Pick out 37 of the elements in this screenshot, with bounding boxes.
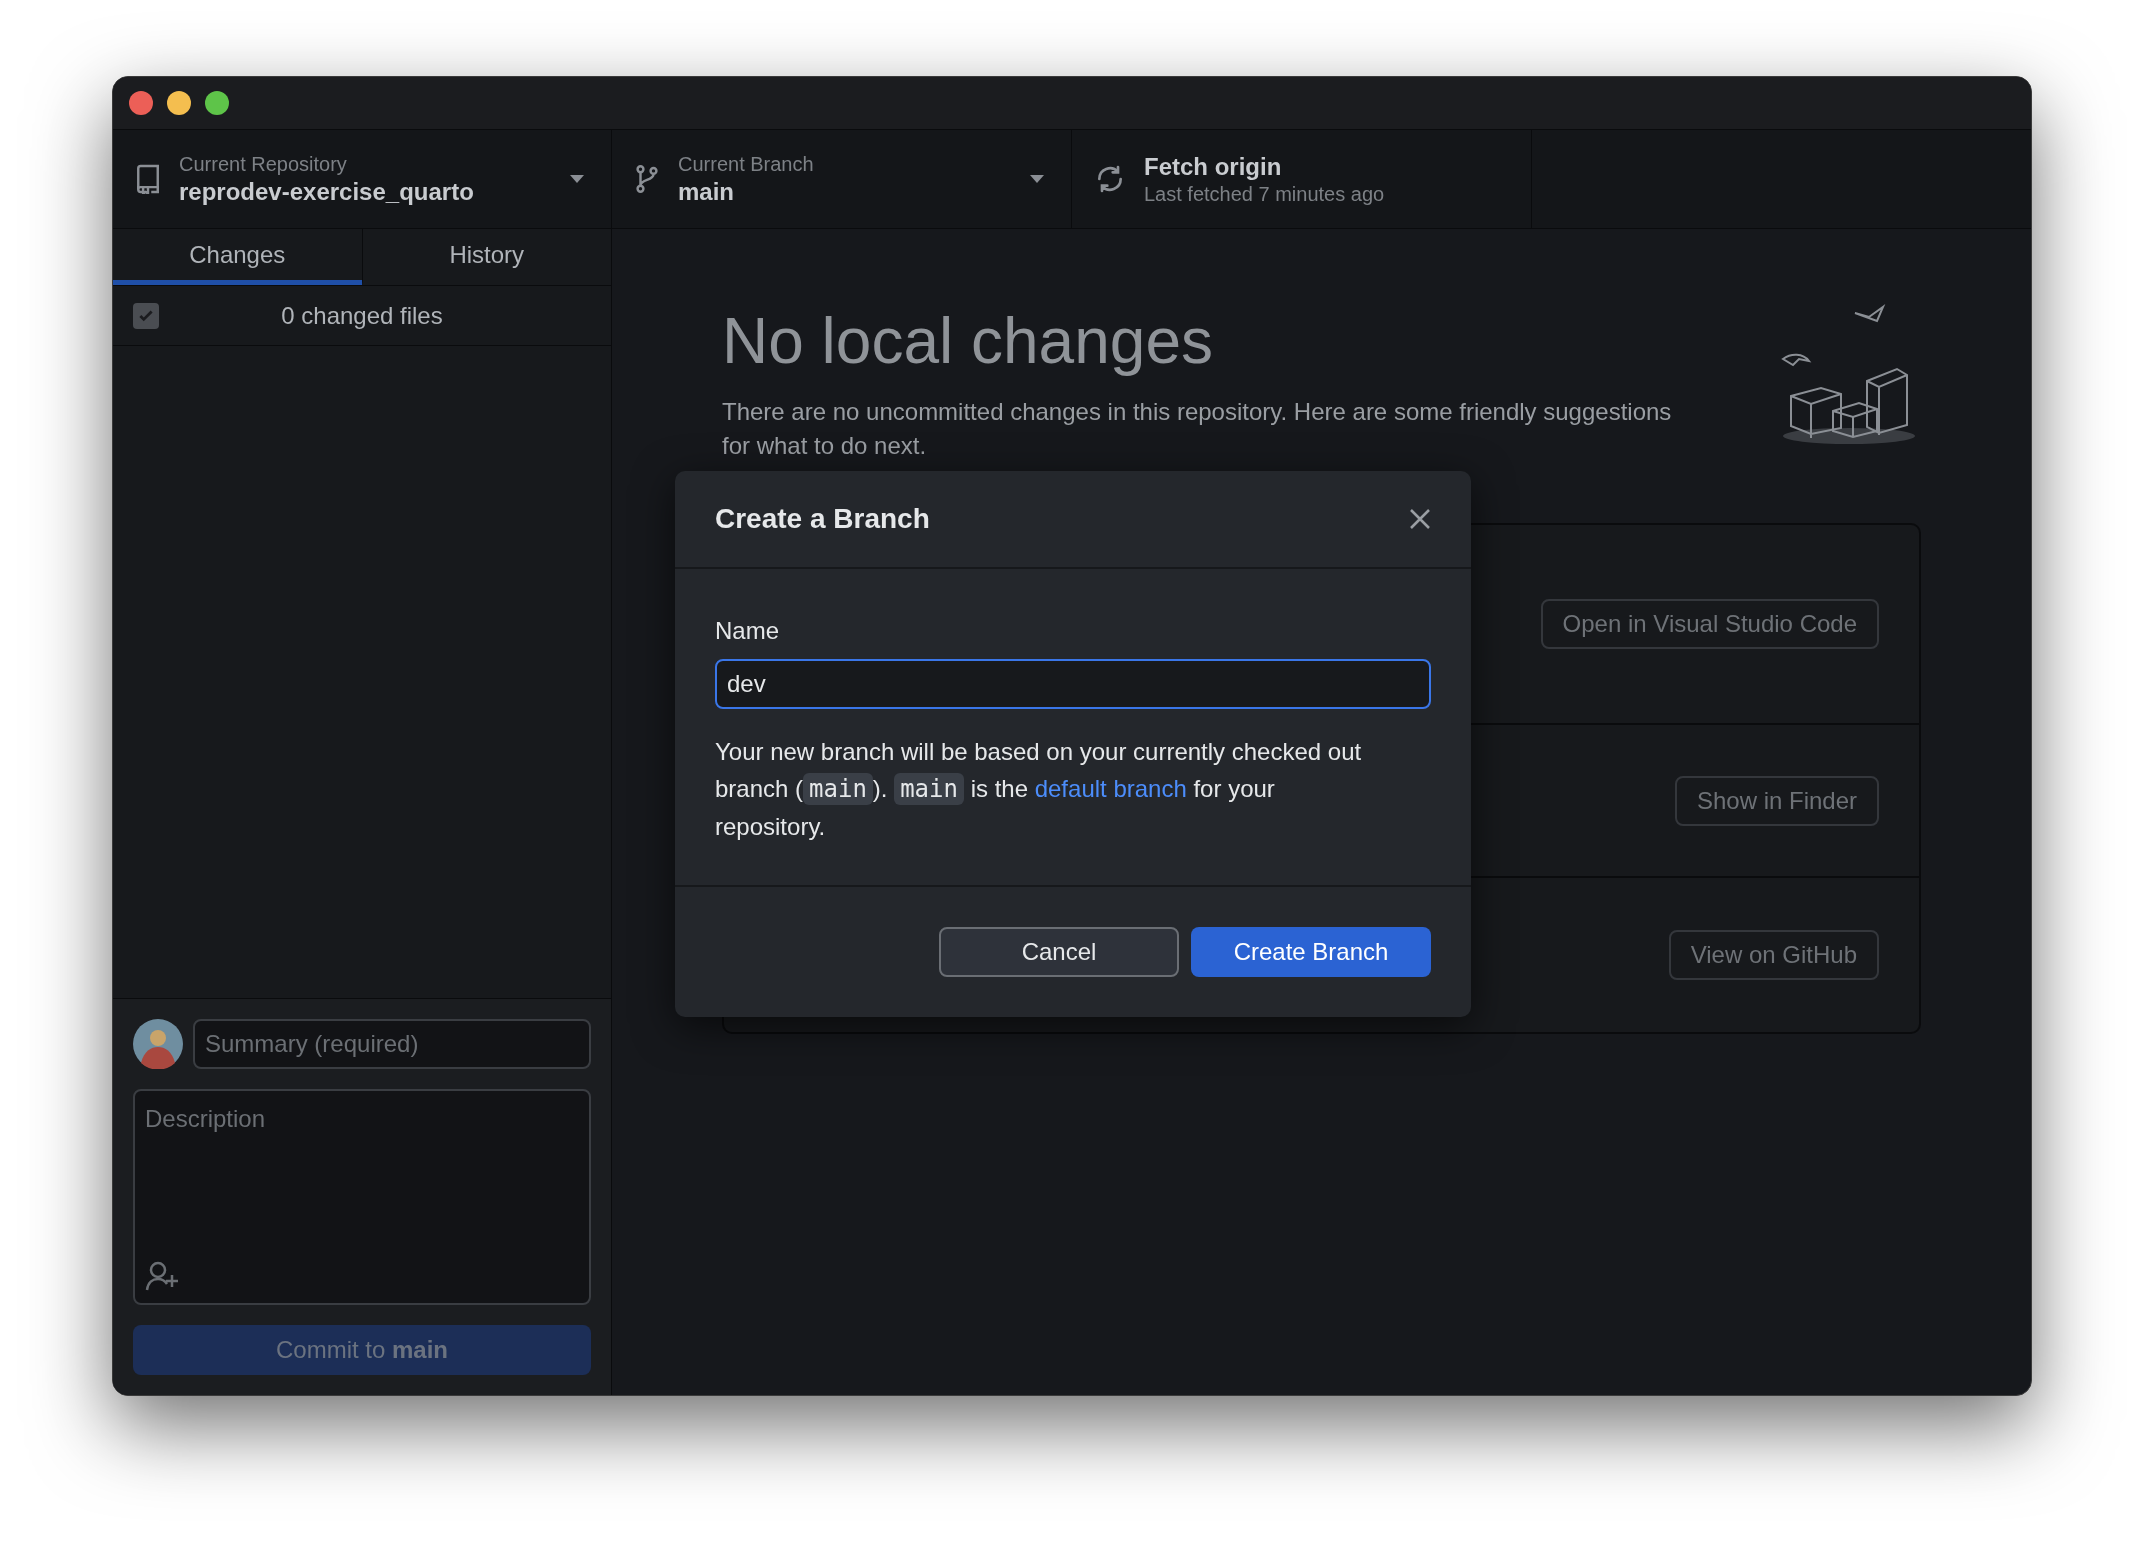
toolbar-value: reprodev-exercise_quarto: [179, 176, 475, 207]
suggestion-button[interactable]: View on GitHub: [1668, 930, 1879, 980]
branch-name-field[interactable]: dev: [715, 659, 1431, 709]
tab[interactable]: History: [361, 229, 611, 285]
tab[interactable]: Changes: [113, 229, 362, 285]
repository-icon: [135, 164, 161, 194]
page-heading: No local changes: [722, 304, 1214, 379]
changed-files-count: 0 changed files: [280, 300, 444, 331]
minimize-window-button[interactable]: [167, 91, 191, 115]
toolbar-button[interactable]: Current Branch main: [612, 130, 1072, 228]
branch-note: Your new branch will be based on your currently checked out branch ( main ). main is the default branch for your repository.: [715, 737, 1363, 842]
default-branch-link[interactable]: default branch: [1034, 775, 1187, 802]
select-all-checkbox[interactable]: [133, 302, 159, 329]
toolbar-label: Current Branch: [678, 151, 815, 177]
suggestion-button[interactable]: Show in Finder: [1674, 775, 1879, 826]
add-coauthor-icon[interactable]: [145, 1261, 181, 1291]
close-window-button[interactable]: [129, 91, 153, 115]
toolbar-button[interactable]: Current Repository reprodev-exercise_quarto: [113, 130, 612, 228]
toolbar-value: Last fetched 7 minutes ago: [1144, 181, 1386, 207]
caret-icon: [569, 174, 585, 184]
page-description: There are no uncommitted changes in this repository. Here are some friendly suggestions for what to do next.: [722, 397, 1673, 461]
caret-icon: [1029, 174, 1045, 184]
inline-code: main: [894, 773, 964, 805]
suggestion-button[interactable]: Open in Visual Studio Code: [1540, 599, 1879, 649]
close-icon[interactable]: [1409, 508, 1431, 530]
cancel-button[interactable]: Cancel: [939, 927, 1179, 977]
inline-code: main: [803, 773, 873, 805]
toolbar-label: Current Repository: [179, 151, 348, 177]
dialog-title: Create a Branch: [715, 502, 930, 536]
avatar: [133, 1019, 183, 1069]
toolbar-button[interactable]: Fetch origin Last fetched 7 minutes ago: [1072, 130, 1532, 228]
toolbar-label: Fetch origin: [1144, 151, 1283, 182]
create-branch-button[interactable]: Create Branch: [1191, 927, 1431, 977]
toolbar-value: main: [678, 176, 735, 207]
zoom-window-button[interactable]: [205, 91, 229, 115]
name-label: Name: [715, 616, 781, 646]
branch-icon: [634, 164, 660, 194]
